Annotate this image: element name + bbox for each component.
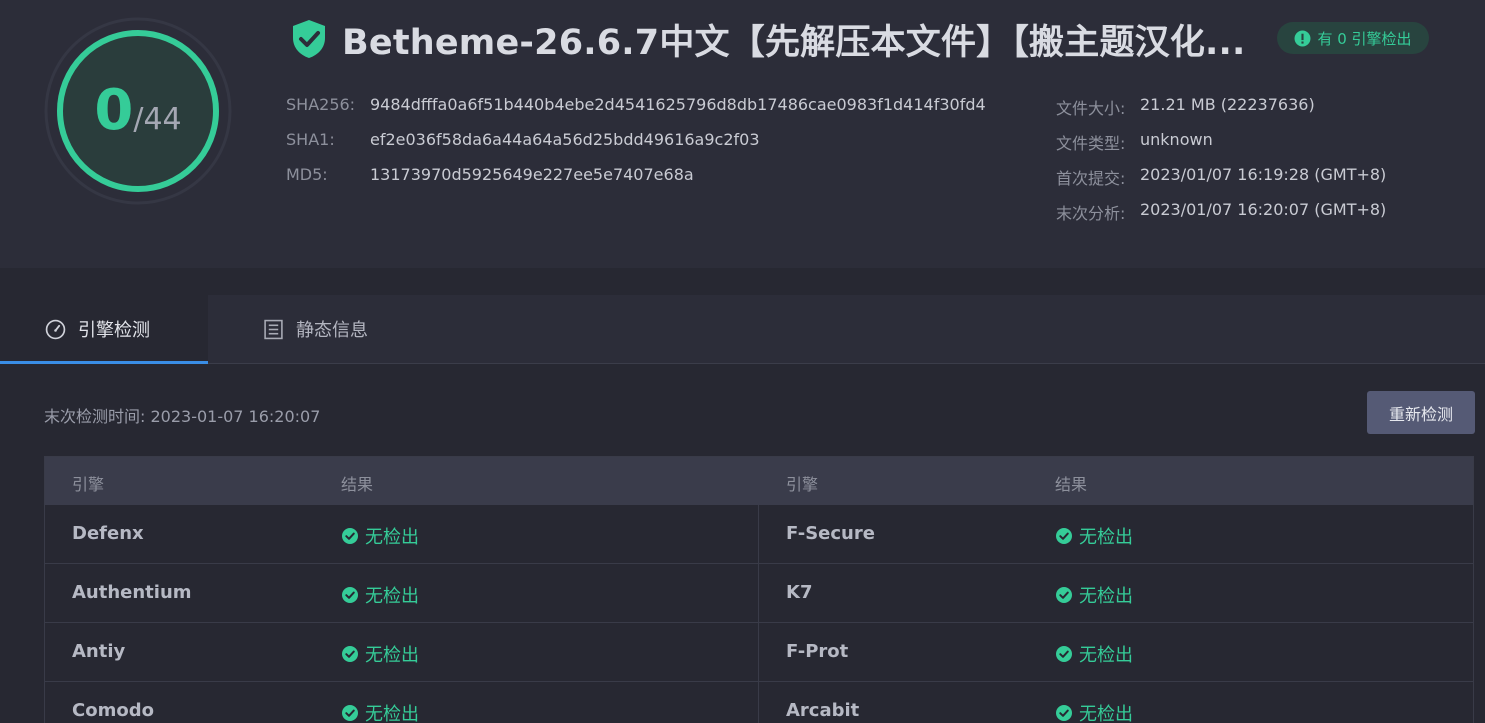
engine-name: K7 (786, 582, 813, 603)
engine-result-label: 无检出 (365, 645, 419, 666)
file-type-value: unknown (1140, 130, 1213, 149)
gauge-icon (45, 319, 66, 339)
engine-result: 无检出 (1056, 641, 1133, 667)
check-circle-icon (342, 705, 358, 721)
file-title-row: Betheme-26.6.7中文【先解压本文件】【搬主题汉化... (290, 14, 1246, 64)
sha256-row: SHA256: 9484dfffa0a6f51b440b4ebe2d454162… (286, 95, 986, 114)
sha256-value: 9484dfffa0a6f51b440b4ebe2d4541625796d8db… (370, 95, 986, 114)
check-circle-icon (1056, 528, 1072, 544)
info-exclamation-icon (1294, 30, 1311, 46)
sha256-label: SHA256: (286, 95, 356, 114)
engine-name: Comodo (72, 700, 154, 721)
total-engines: /44 (133, 102, 182, 137)
file-type-label: 文件类型: (1056, 134, 1126, 153)
tab-static-info-label: 静态信息 (296, 320, 368, 341)
file-size-row: 文件大小: 21.21 MB (22237636) (1056, 95, 1315, 119)
engine-result: 无检出 (342, 700, 419, 723)
last-analysis-label: 末次分析: (1056, 204, 1126, 223)
check-circle-icon (342, 587, 358, 603)
last-analysis-value: 2023/01/07 16:20:07 (GMT+8) (1140, 200, 1387, 219)
file-title: Betheme-26.6.7中文【先解压本文件】【搬主题汉化... (342, 22, 1246, 63)
table-row: Antiy 无检出 F-Prot 无检出 (45, 623, 1473, 682)
rescan-button[interactable]: 重新检测 (1367, 391, 1475, 434)
check-circle-icon (342, 528, 358, 544)
active-tab-underline (0, 361, 208, 364)
check-circle-icon (1056, 705, 1072, 721)
first-submit-row: 首次提交: 2023/01/07 16:19:28 (GMT+8) (1056, 165, 1386, 189)
engine-name: F-Prot (786, 641, 849, 662)
tab-static-info[interactable]: 静态信息 (263, 295, 413, 363)
column-divider (758, 682, 759, 723)
engine-name: Arcabit (786, 700, 860, 721)
tab-engine-detection-label: 引擎检测 (78, 320, 150, 341)
engine-result-label: 无检出 (1079, 704, 1133, 723)
file-summary-header: 0 /44 Betheme-26.6.7中文【先解压本文件】【搬主题汉化... … (0, 0, 1485, 268)
engine-result-label: 无检出 (1079, 527, 1133, 548)
detection-score: 0 /44 (44, 17, 232, 205)
check-circle-icon (342, 646, 358, 662)
check-circle-icon (1056, 646, 1072, 662)
tab-engine-detection[interactable]: 引擎检测 (0, 295, 208, 364)
md5-row: MD5: 13173970d5925649e227ee5e7407e68a (286, 165, 694, 184)
shield-check-icon (293, 20, 325, 58)
engine-result-label: 无检出 (365, 527, 419, 548)
sha1-label: SHA1: (286, 130, 335, 149)
engine-result: 无检出 (1056, 523, 1133, 549)
detection-badge: 有 0 引擎检出 (1277, 22, 1429, 54)
column-divider (758, 623, 759, 681)
md5-label: MD5: (286, 165, 328, 184)
header-engine-right: 引擎 (786, 475, 819, 494)
engine-result-label: 无检出 (365, 586, 419, 607)
sha1-value: ef2e036f58da6a44a64a56d25bdd49616a9c2f03 (370, 130, 760, 149)
column-divider (758, 564, 759, 622)
md5-value: 13173970d5925649e227ee5e7407e68a (370, 165, 694, 184)
engine-result: 无检出 (342, 523, 419, 549)
engine-result: 无检出 (1056, 582, 1133, 608)
last-analysis-row: 末次分析: 2023/01/07 16:20:07 (GMT+8) (1056, 200, 1386, 224)
table-row: Comodo 无检出 Arcabit 无检出 (45, 682, 1473, 723)
sha1-row: SHA1: ef2e036f58da6a44a64a56d25bdd49616a… (286, 130, 760, 149)
document-list-icon (264, 319, 283, 339)
engine-result-label: 无检出 (1079, 645, 1133, 666)
check-circle-icon (1056, 587, 1072, 603)
first-submit-value: 2023/01/07 16:19:28 (GMT+8) (1140, 165, 1387, 184)
first-submit-label: 首次提交: (1056, 169, 1126, 188)
column-divider (758, 505, 759, 563)
engine-result: 无检出 (342, 582, 419, 608)
table-row: Defenx 无检出 F-Secure 无检出 (45, 505, 1473, 564)
engine-result-label: 无检出 (1079, 586, 1133, 607)
last-scan-time: 末次检测时间: 2023-01-07 16:20:07 (44, 407, 321, 426)
header-result-left: 结果 (341, 475, 374, 494)
engine-name: F-Secure (786, 523, 875, 544)
engine-result: 无检出 (1056, 700, 1133, 723)
engine-name: Antiy (72, 641, 126, 662)
engine-name: Authentium (72, 582, 192, 603)
tab-bar: 引擎检测 静态信息 (0, 295, 1485, 364)
file-size-value: 21.21 MB (22237636) (1140, 95, 1315, 114)
engine-result-label: 无检出 (365, 704, 419, 723)
file-size-label: 文件大小: (1056, 99, 1126, 118)
header-result-right: 结果 (1055, 475, 1088, 494)
table-header: 引擎 结果 引擎 结果 (45, 457, 1473, 505)
detection-badge-label: 有 0 引擎检出 (1317, 29, 1412, 48)
table-row: Authentium 无检出 K7 无检出 (45, 564, 1473, 623)
header-engine-left: 引擎 (72, 475, 105, 494)
engine-results-table: 引擎 结果 引擎 结果 Defenx 无检出 F-Secure 无检出 Auth… (44, 456, 1474, 723)
engine-name: Defenx (72, 523, 144, 544)
file-type-row: 文件类型: unknown (1056, 130, 1213, 154)
engine-result: 无检出 (342, 641, 419, 667)
detected-count: 0 (94, 78, 134, 143)
